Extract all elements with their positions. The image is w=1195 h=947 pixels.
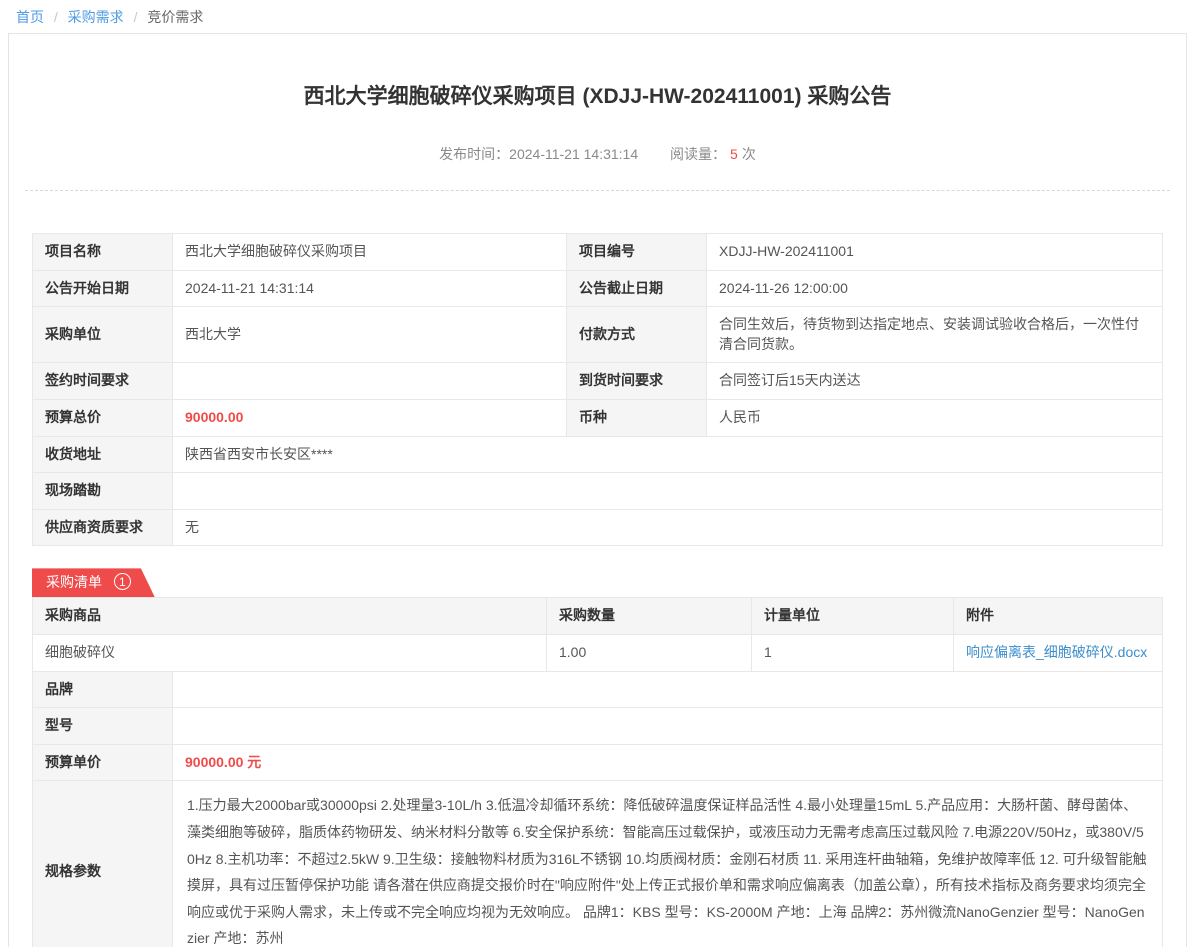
table-row: 采购单位 西北大学 付款方式 合同生效后，待货物到达指定地点、安装调试验收合格后… <box>33 307 1163 363</box>
product-quantity: 1.00 <box>547 634 752 671</box>
product-unit: 1 <box>752 634 954 671</box>
breadcrumb: 首页 / 采购需求 / 竞价需求 <box>0 0 1195 33</box>
views-label: 阅读量： <box>670 146 726 162</box>
supplier-qualification-value: 无 <box>173 509 1163 546</box>
project-number-value: XDJJ-HW-202411001 <box>707 234 1163 271</box>
purchaser-value: 西北大学 <box>173 307 567 363</box>
attachment-column-header: 附件 <box>954 598 1163 635</box>
purchase-list-count-badge: 1 <box>114 573 131 590</box>
table-row: 项目名称 西北大学细胞破碎仪采购项目 项目编号 XDJJ-HW-20241100… <box>33 234 1163 271</box>
breadcrumb-current-page: 竞价需求 <box>147 9 203 25</box>
breadcrumb-home-link[interactable]: 首页 <box>16 9 44 25</box>
table-row: 型号 <box>33 708 1163 745</box>
model-label: 型号 <box>33 708 173 745</box>
project-name-value: 西北大学细胞破碎仪采购项目 <box>173 234 567 271</box>
views-unit: 次 <box>742 146 756 162</box>
table-row: 签约时间要求 到货时间要求 合同签订后15天内送达 <box>33 363 1163 400</box>
table-row: 收货地址 陕西省西安市长安区**** <box>33 436 1163 473</box>
announcement-meta: 发布时间：2024-11-21 14:31:14 阅读量：5次 <box>9 144 1186 164</box>
project-number-label: 项目编号 <box>567 234 707 271</box>
delivery-address-value: 陕西省西安市长安区**** <box>173 436 1163 473</box>
unit-price-value: 90000.00 元 <box>173 744 1163 781</box>
publish-time-label: 发布时间： <box>439 146 509 162</box>
product-column-header: 采购商品 <box>33 598 547 635</box>
publish-time-value: 2024-11-21 14:31:14 <box>509 146 638 162</box>
purchase-list-tab: 采购清单 1 <box>32 568 155 597</box>
spec-params-label: 规格参数 <box>33 781 173 947</box>
table-row: 预算单价 90000.00 元 <box>33 744 1163 781</box>
table-header-row: 采购商品 采购数量 计量单位 附件 <box>33 598 1163 635</box>
brand-value <box>173 671 1163 708</box>
model-value <box>173 708 1163 745</box>
brand-label: 品牌 <box>33 671 173 708</box>
currency-label: 币种 <box>567 399 707 436</box>
payment-method-value: 合同生效后，待货物到达指定地点、安装调试验收合格后，一次性付清合同货款。 <box>707 307 1163 363</box>
table-row: 供应商资质要求 无 <box>33 509 1163 546</box>
product-name: 细胞破碎仪 <box>33 634 547 671</box>
spec-params-value: 1.压力最大2000bar或30000psi 2.处理量3-10L/h 3.低温… <box>173 781 1163 947</box>
project-info-table: 项目名称 西北大学细胞破碎仪采购项目 项目编号 XDJJ-HW-20241100… <box>32 233 1163 546</box>
signing-time-label: 签约时间要求 <box>33 363 173 400</box>
table-row: 公告开始日期 2024-11-21 14:31:14 公告截止日期 2024-1… <box>33 270 1163 307</box>
breadcrumb-separator: / <box>134 9 138 25</box>
purchaser-label: 采购单位 <box>33 307 173 363</box>
delivery-time-value: 合同签订后15天内送达 <box>707 363 1163 400</box>
delivery-time-label: 到货时间要求 <box>567 363 707 400</box>
signing-time-value <box>173 363 567 400</box>
unit-price-label: 预算单价 <box>33 744 173 781</box>
table-row: 预算总价 90000.00 币种 人民币 <box>33 399 1163 436</box>
quantity-column-header: 采购数量 <box>547 598 752 635</box>
currency-value: 人民币 <box>707 399 1163 436</box>
project-name-label: 项目名称 <box>33 234 173 271</box>
payment-method-label: 付款方式 <box>567 307 707 363</box>
table-row: 现场踏勘 <box>33 473 1163 510</box>
supplier-qualification-label: 供应商资质要求 <box>33 509 173 546</box>
delivery-address-label: 收货地址 <box>33 436 173 473</box>
announce-end-value: 2024-11-26 12:00:00 <box>707 270 1163 307</box>
site-survey-value <box>173 473 1163 510</box>
budget-total-value: 90000.00 <box>173 399 567 436</box>
announce-start-label: 公告开始日期 <box>33 270 173 307</box>
announce-start-value: 2024-11-21 14:31:14 <box>173 270 567 307</box>
views-count: 5 <box>730 146 738 162</box>
unit-column-header: 计量单位 <box>752 598 954 635</box>
announce-end-label: 公告截止日期 <box>567 270 707 307</box>
breadcrumb-separator: / <box>54 9 58 25</box>
breadcrumb-purchase-demand-link[interactable]: 采购需求 <box>68 9 124 25</box>
budget-total-label: 预算总价 <box>33 399 173 436</box>
header-divider <box>25 190 1170 191</box>
attachment-download-link[interactable]: 响应偏离表_细胞破碎仪.docx <box>966 644 1147 660</box>
purchase-list-table: 采购商品 采购数量 计量单位 附件 细胞破碎仪 1.00 1 响应偏离表_细胞破… <box>32 597 1163 671</box>
site-survey-label: 现场踏勘 <box>33 473 173 510</box>
table-row: 规格参数 1.压力最大2000bar或30000psi 2.处理量3-10L/h… <box>33 781 1163 947</box>
table-row: 品牌 <box>33 671 1163 708</box>
purchase-list-tab-label: 采购清单 <box>46 574 102 590</box>
announcement-card: 西北大学细胞破碎仪采购项目 (XDJJ-HW-202411001) 采购公告 发… <box>8 33 1187 947</box>
product-row: 细胞破碎仪 1.00 1 响应偏离表_细胞破碎仪.docx <box>33 634 1163 671</box>
page-title: 西北大学细胞破碎仪采购项目 (XDJJ-HW-202411001) 采购公告 <box>9 80 1186 110</box>
product-detail-table: 品牌 型号 预算单价 90000.00 元 规格参数 1.压力最大2000bar… <box>32 671 1163 947</box>
